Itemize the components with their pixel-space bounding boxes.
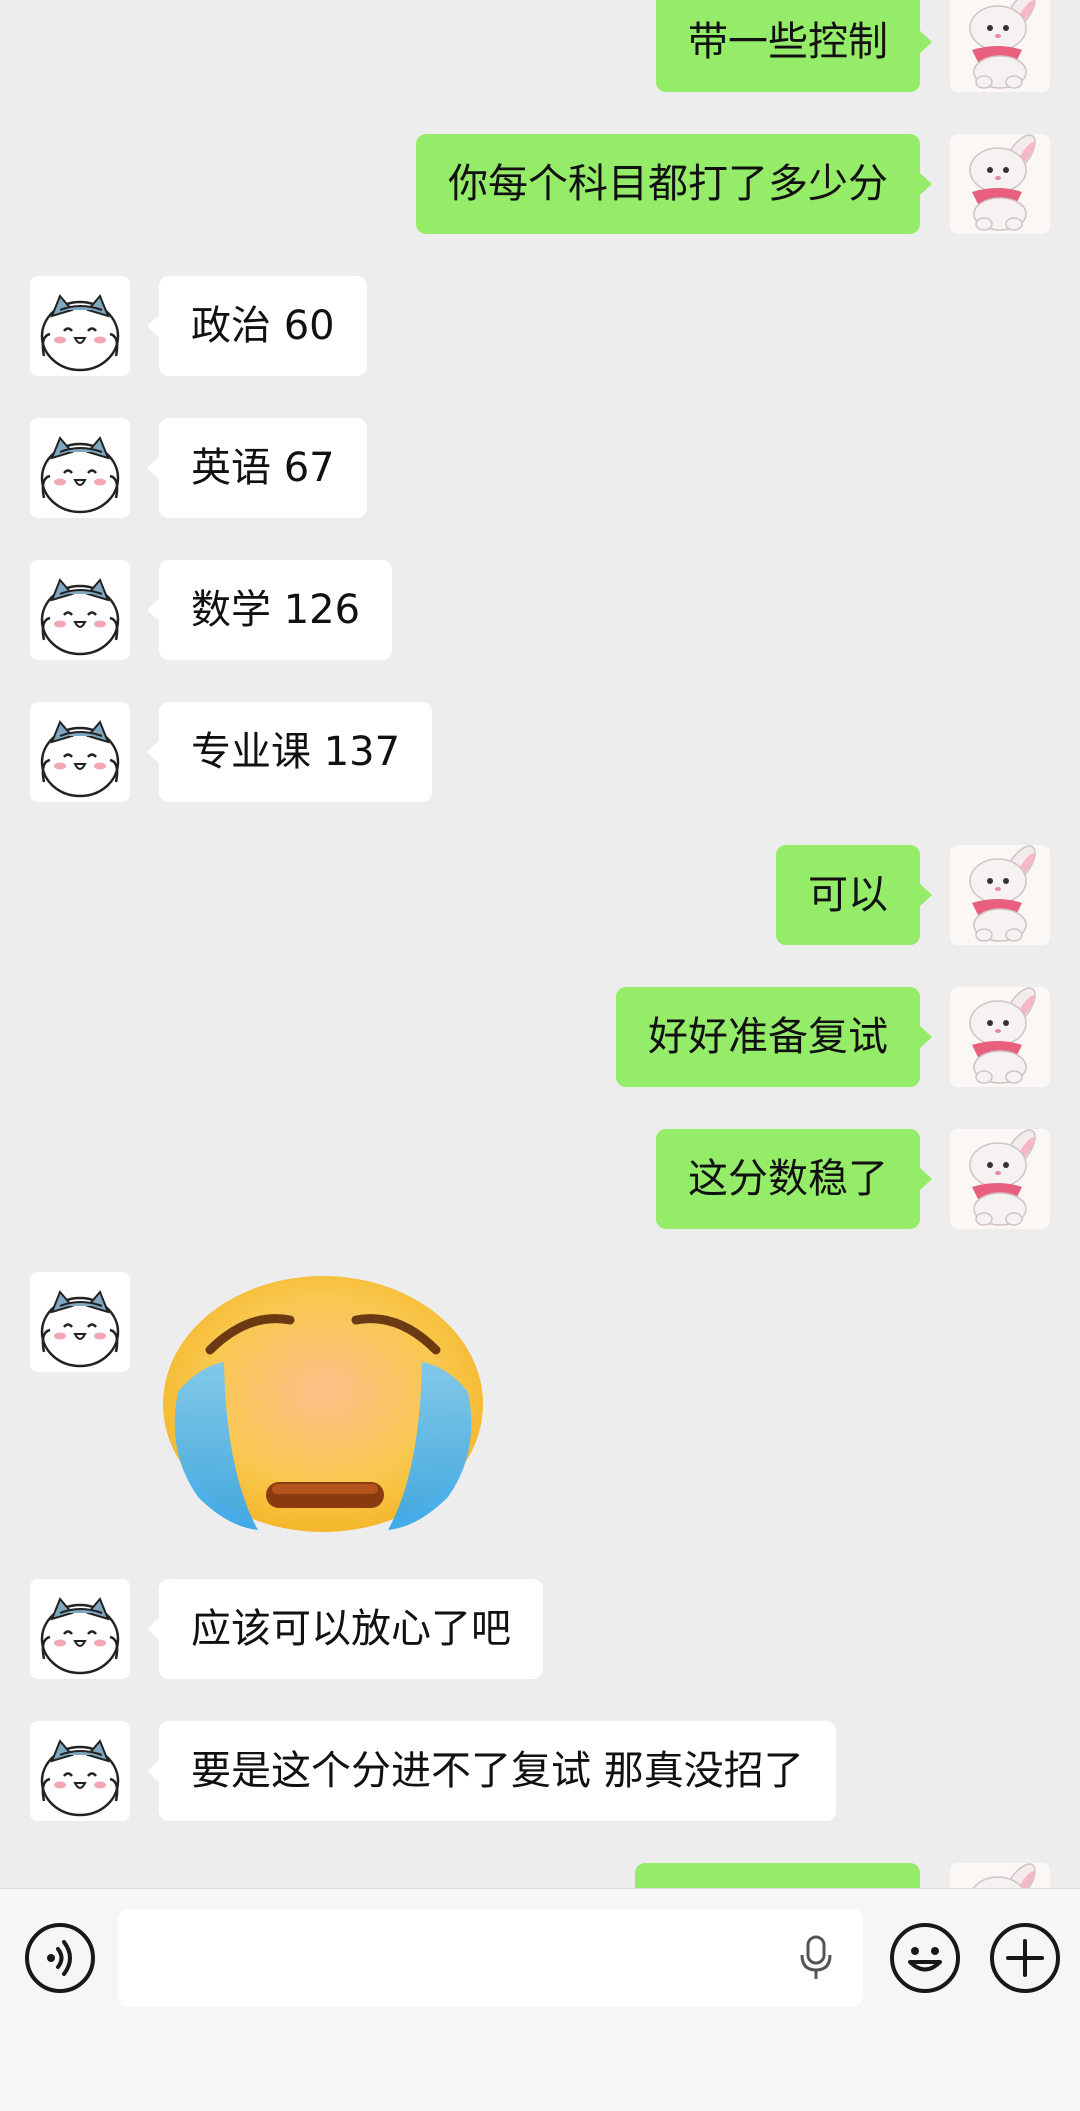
pink-bunny-avatar-icon[interactable] (950, 845, 1050, 945)
message-bubble[interactable]: 带一些控制 (656, 0, 932, 92)
message-bubble[interactable]: 政治 60 (147, 276, 367, 376)
message-row: 带一些控制 (0, 0, 1080, 92)
chat-area[interactable]: 带一些控制 你每个科目都打了多少分 政治 60 英语 67 数学 126 专业课… (0, 0, 1080, 1888)
message-row: 好好准备复试 (0, 987, 1080, 1087)
cat-girl-avatar-icon[interactable] (30, 276, 130, 376)
voice-mode-icon[interactable] (25, 1923, 95, 1993)
message-row: 政治 60 (0, 276, 1080, 376)
message-bubble[interactable]: 你每个科目都打了多少分 (416, 134, 932, 234)
message-bubble[interactable]: 英语 67 (147, 418, 367, 518)
pink-bunny-avatar-icon[interactable] (950, 1129, 1050, 1229)
message-input[interactable] (118, 1909, 806, 2007)
microphone-icon[interactable] (799, 1935, 833, 1981)
message-row: 可以 (0, 845, 1080, 945)
cat-girl-avatar-icon[interactable] (30, 1272, 130, 1372)
message-row: 这分数稳了 (0, 1129, 1080, 1229)
cat-girl-avatar-icon[interactable] (30, 1579, 130, 1679)
message-row: 专业课 137 (0, 702, 1080, 802)
message-bubble[interactable]: 要是这个分进不了复试 那真没招了 (147, 1721, 836, 1821)
message-row: 你每个科目都打了多少分 (0, 134, 1080, 234)
message-row: 数学 126 (0, 560, 1080, 660)
crying-face-sticker-icon[interactable] (158, 1272, 488, 1537)
message-row: 英语 67 (0, 418, 1080, 518)
message-bubble[interactable]: 数学 126 (146, 560, 393, 660)
cat-girl-avatar-icon[interactable] (30, 1721, 130, 1821)
cat-girl-avatar-icon[interactable] (30, 560, 130, 660)
message-row (0, 1272, 1080, 1542)
message-bubble[interactable]: 应该可以放心了吧 (147, 1579, 543, 1679)
pink-bunny-avatar-icon[interactable] (950, 987, 1050, 1087)
emoji-icon[interactable] (890, 1923, 960, 1993)
message-bubble[interactable]: 可以 (776, 845, 932, 945)
pink-bunny-avatar-icon[interactable] (950, 0, 1050, 92)
pink-bunny-avatar-icon[interactable] (950, 134, 1050, 234)
message-row: 应该可以放心了吧 (0, 1579, 1080, 1679)
message-input-field[interactable] (118, 1909, 863, 2007)
pink-bunny-avatar-icon[interactable] (950, 1863, 1050, 1888)
message-row (0, 1863, 1080, 1888)
cat-girl-avatar-icon[interactable] (30, 418, 130, 518)
message-bubble[interactable]: 好好准备复试 (616, 987, 932, 1087)
message-row: 要是这个分进不了复试 那真没招了 (0, 1721, 1080, 1821)
message-bubble[interactable]: 专业课 137 (146, 702, 433, 802)
input-bar (0, 1888, 1080, 2111)
cat-girl-avatar-icon[interactable] (30, 702, 130, 802)
plus-icon[interactable] (990, 1923, 1060, 1993)
message-bubble[interactable]: 这分数稳了 (656, 1129, 932, 1229)
message-bubble[interactable] (635, 1863, 920, 1888)
